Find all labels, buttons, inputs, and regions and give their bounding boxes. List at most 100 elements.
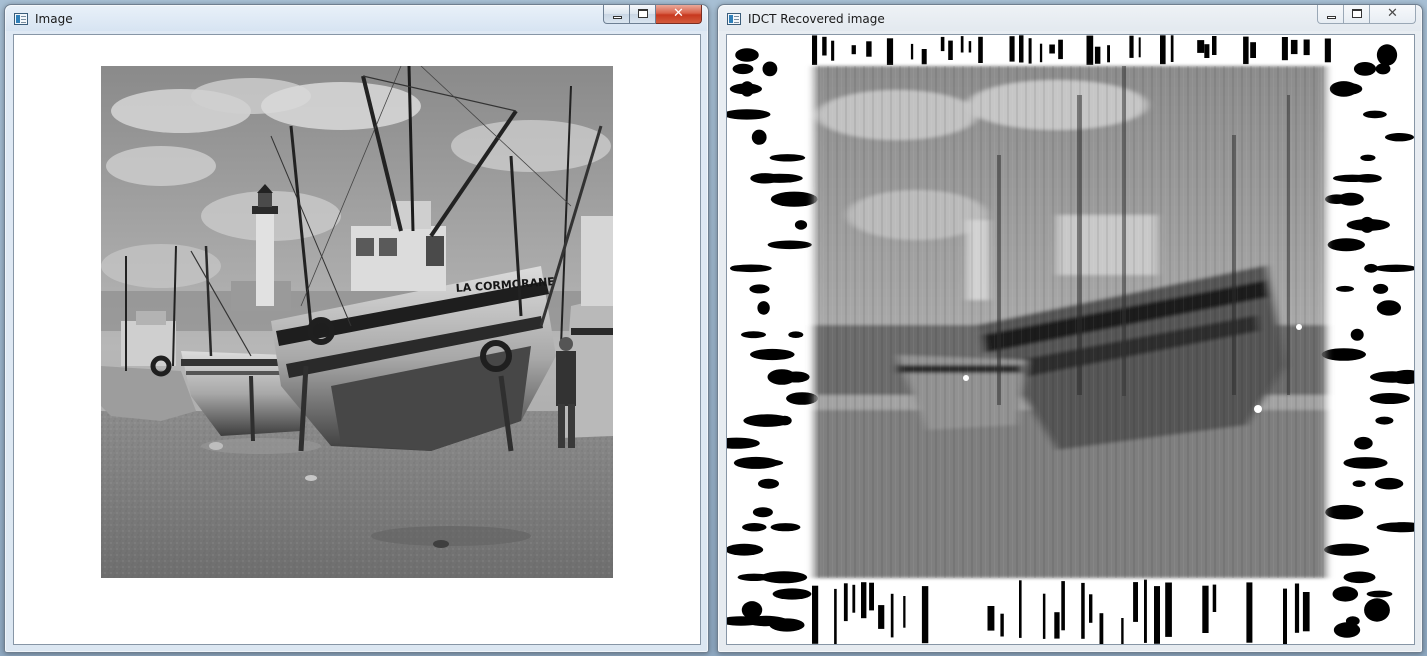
window-icon[interactable] [727,13,741,25]
artifact-blob [1019,35,1024,63]
maximize-icon [1352,9,1362,18]
artifact-blob [1321,348,1366,361]
artifact-blob [1364,263,1378,273]
minimize-icon [1327,16,1336,19]
artifact-blob [968,41,972,53]
artifact-blob [1009,36,1015,62]
window-icon[interactable] [14,13,28,25]
artifact-blob [869,582,874,611]
artifact-blob [878,605,885,629]
artifact-blob [1170,35,1174,62]
artifact-blob [1243,36,1249,65]
recovered-image-window[interactable]: IDCT Recovered image ✕ [717,4,1423,653]
artifact-blob [762,61,778,77]
artifact-blob [758,478,779,489]
artifact-blob [743,414,791,427]
artifact-blob [1039,43,1043,63]
close-button[interactable]: ✕ [656,5,702,24]
artifact-blob [1165,582,1172,637]
artifact-blob [903,596,906,628]
artifact-blob [730,265,746,272]
artifact-blob [749,284,770,294]
minimize-icon [613,16,622,19]
title-bar[interactable]: Image ✕ [5,5,708,33]
artifact-blob [752,507,773,518]
artifact-blob [1204,44,1210,58]
artifact-blob [1332,586,1359,602]
artifact-blob [735,48,759,62]
window-title: Image [35,12,73,26]
maximize-button[interactable] [1344,5,1370,24]
artifact-blob [1028,38,1032,64]
artifact-blob [772,588,812,600]
image-window[interactable]: Image ✕ LA CORMORANE [4,4,709,653]
close-button[interactable]: ✕ [1370,5,1416,24]
artifact-blob [767,240,812,250]
artifact-blob [1374,264,1414,272]
artifact-blob [794,220,808,230]
artifact-blob [843,583,848,622]
artifact-blob [1327,238,1365,252]
artifact-blob [1333,622,1361,638]
artifact-blob [782,371,810,383]
artifact-blob [890,593,894,638]
artifact-blob [1049,44,1055,54]
caption-buttons: ✕ [1317,5,1416,25]
artifact-blob [1324,543,1370,556]
artifact-blob [1360,154,1376,161]
artifact-blob [1250,42,1256,58]
artifact-blob [1281,37,1288,61]
artifact-blob [1303,39,1310,56]
artifact-blob [741,331,766,339]
artifact-blob [769,618,805,632]
artifact-blob [861,582,867,619]
artifact-blob [1058,39,1063,60]
artifact-blob [1343,571,1376,584]
artifact-blob [1385,133,1414,142]
artifact-blob [1346,219,1390,231]
artifact-blob [1283,588,1287,644]
recovered-canvas [726,34,1415,645]
desktop: Image ✕ LA CORMORANE IDCT Recovered imag… [0,0,1427,656]
artifact-blob [740,81,755,97]
artifact-blob [1129,35,1134,58]
artifact-blob [1019,580,1022,638]
maximize-button[interactable] [630,5,656,24]
artifact-blob [1000,613,1004,637]
artifact-blob [834,588,837,644]
artifact-blob [1099,613,1104,644]
artifact-blob [1363,110,1387,119]
artifact-blob [1353,62,1377,76]
artifact-blob [978,36,983,63]
artifact-blob [851,45,856,55]
artifact-blob [1337,192,1364,206]
minimize-button[interactable] [603,5,630,24]
artifact-blob [1133,582,1138,622]
artifact-blob [742,523,767,532]
artifact-blob [1197,40,1205,53]
artifact-blob [1350,328,1364,341]
caption-buttons: ✕ [603,5,702,25]
artifact-blob [1325,504,1364,520]
artifact-blob [948,40,953,60]
artifact-blob [1212,36,1217,55]
artifact-blob [1373,283,1389,294]
artifact-blob [1374,477,1404,490]
artifact-blob [750,348,795,361]
artifact-blob [770,523,801,532]
artifact-blob [1376,300,1401,316]
artifact-blob [1335,83,1363,95]
artifact-blob [1121,618,1124,644]
artifact-blob [741,459,784,467]
close-icon: ✕ [1387,6,1398,21]
artifact-blob [760,571,808,584]
artifact-blob [751,129,767,145]
artifact-blob [741,601,763,619]
artifact-blob [812,585,819,644]
window-title: IDCT Recovered image [748,12,885,26]
artifact-blob [1246,582,1253,643]
title-bar[interactable]: IDCT Recovered image ✕ [718,5,1422,33]
maximize-icon [638,9,648,18]
idct-recovered-photo [727,35,1414,644]
minimize-button[interactable] [1317,5,1344,24]
